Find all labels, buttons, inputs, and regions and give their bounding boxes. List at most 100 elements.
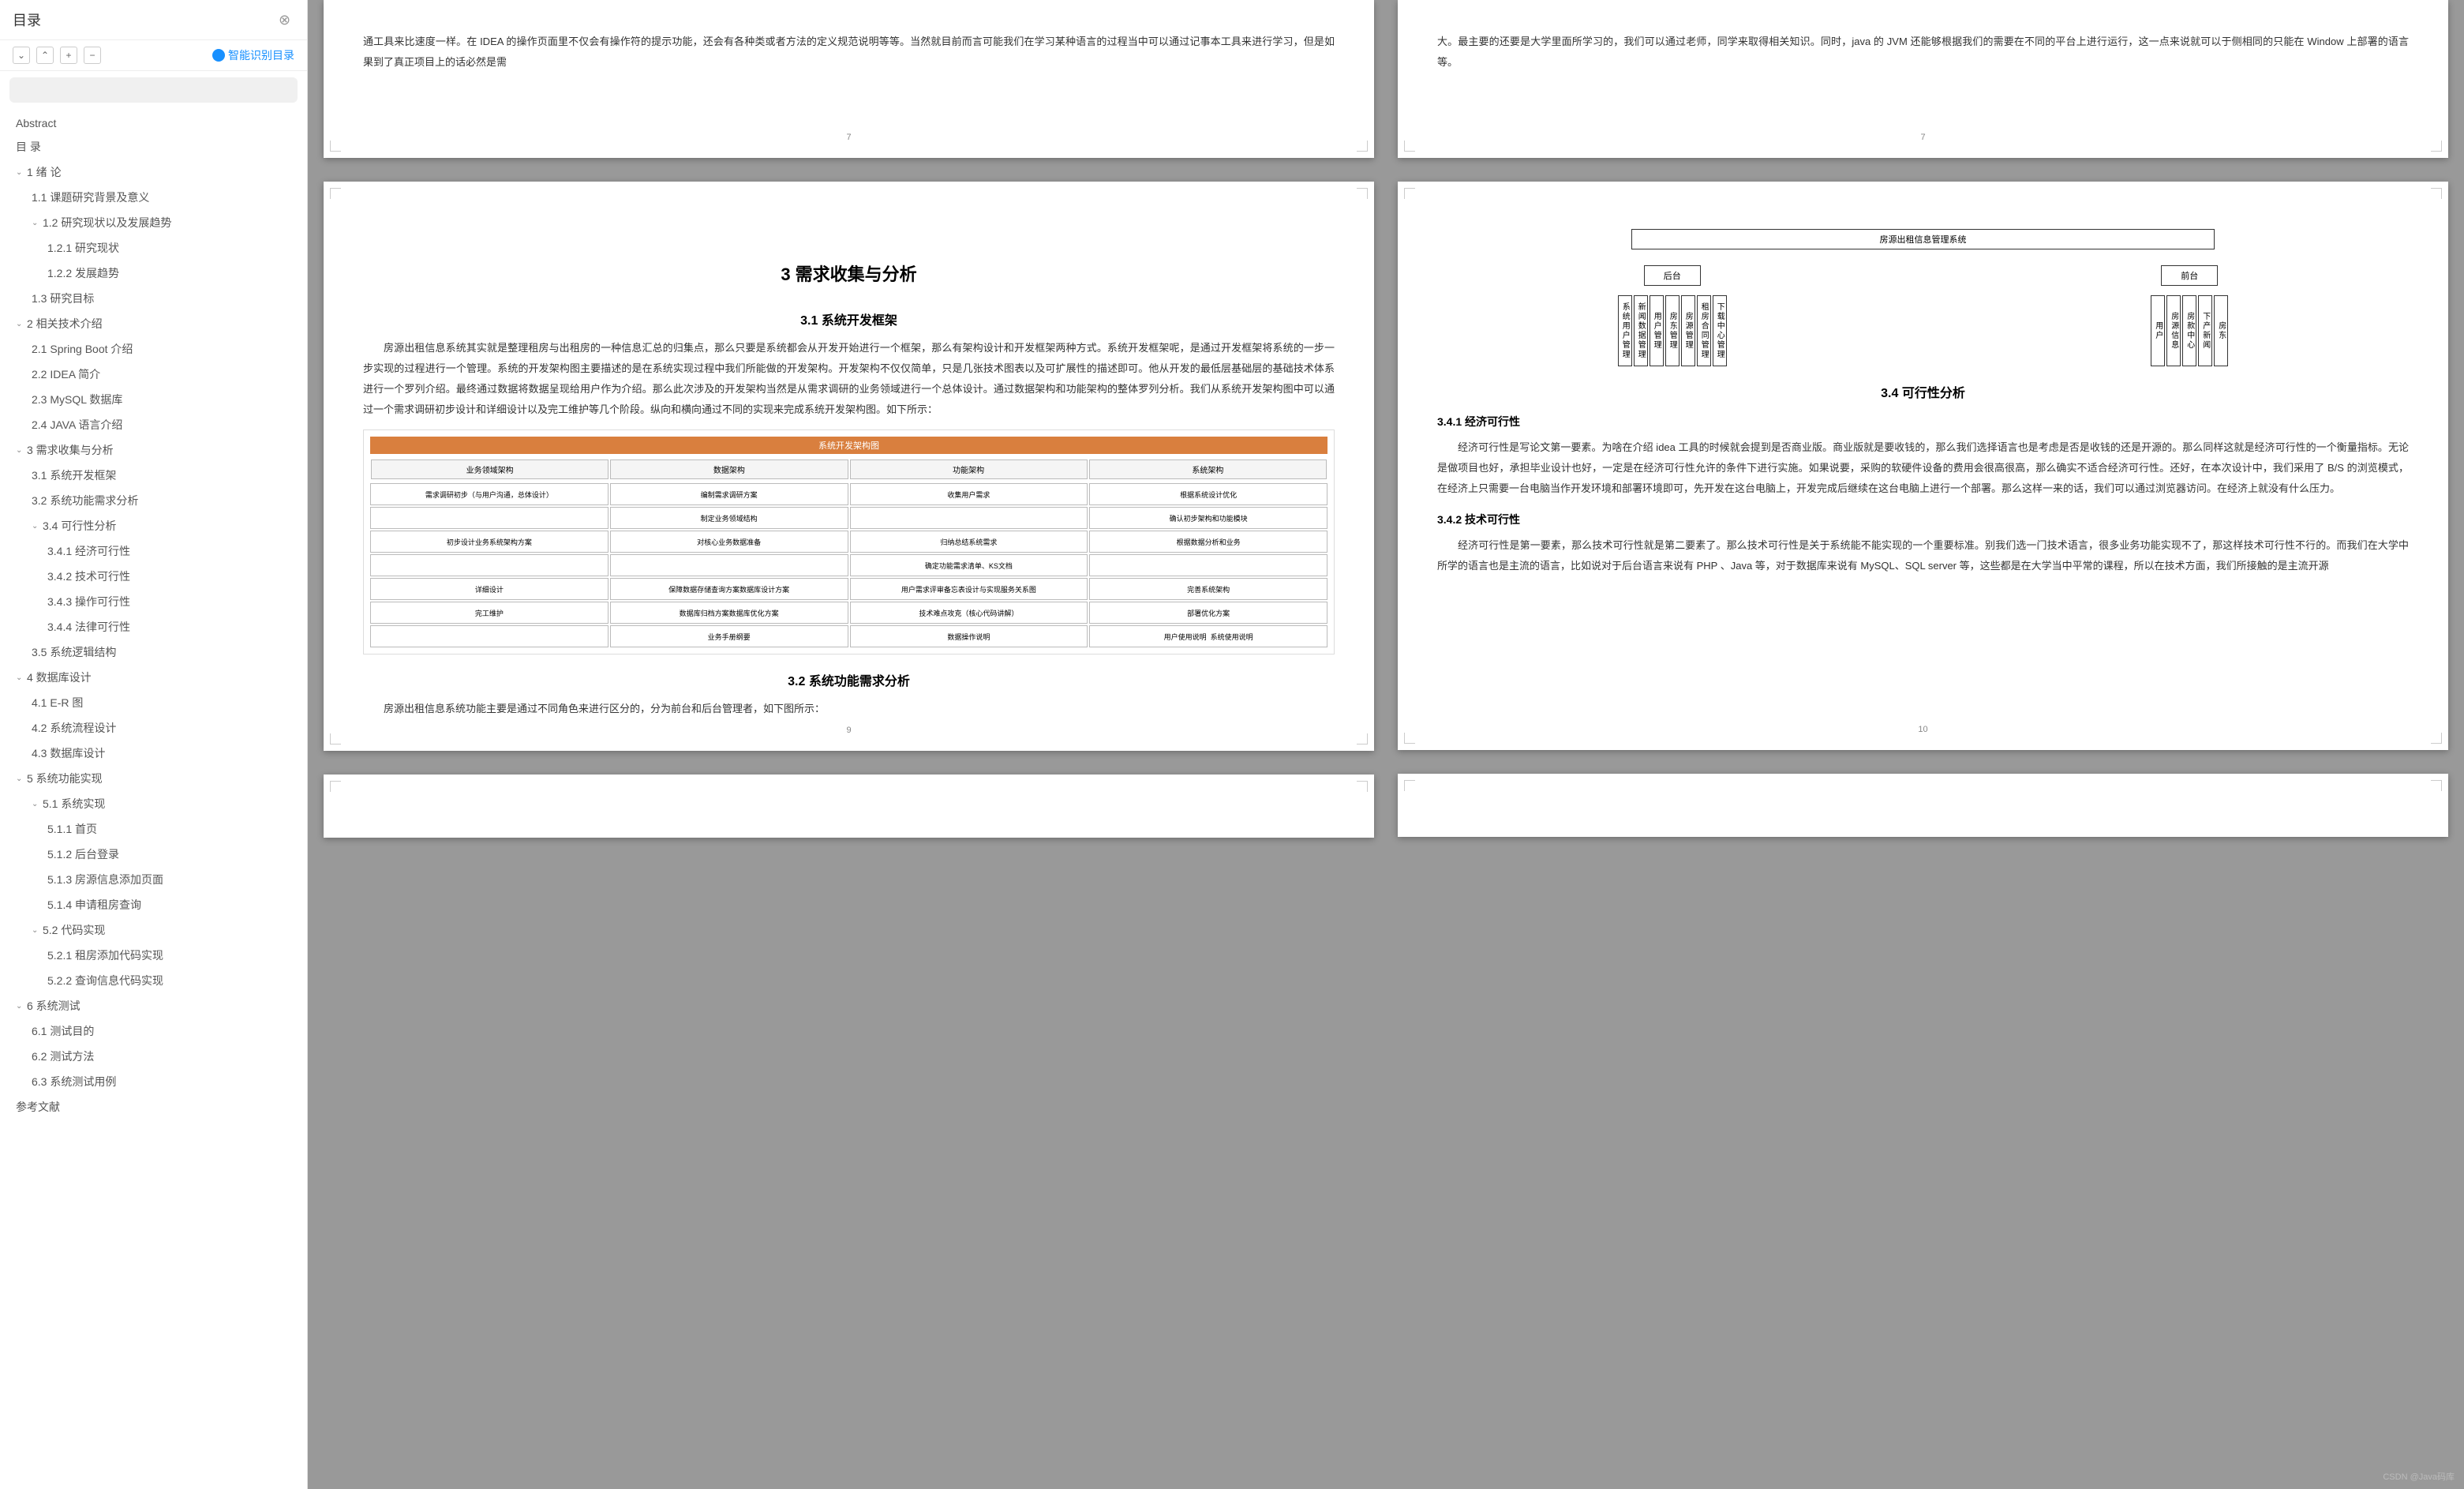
chevron-down-icon[interactable]: ⌄ bbox=[16, 673, 24, 682]
toc-item[interactable]: ⌄5 系统功能实现 bbox=[0, 766, 307, 791]
toc-item[interactable]: ⌄ 5.2 代码实现 bbox=[0, 917, 307, 943]
toc-item-label: 6 系统测试 bbox=[27, 998, 81, 1014]
body-text: 经济可行性是写论文第一要素。为啥在介绍 idea 工具的时候就会提到是否商业版。… bbox=[1437, 437, 2409, 499]
toc-item[interactable]: ⌄6 系统测试 bbox=[0, 993, 307, 1018]
toc-item-label: Abstract bbox=[16, 117, 56, 129]
toc-item[interactable]: 2.3 MySQL 数据库 bbox=[0, 387, 307, 412]
page-next-right bbox=[1398, 774, 2448, 837]
toc-item[interactable]: 1.1 课题研究背景及意义 bbox=[0, 185, 307, 210]
toc-item[interactable]: 2.2 IDEA 简介 bbox=[0, 362, 307, 387]
toc-item[interactable]: 2.4 JAVA 语言介绍 bbox=[0, 412, 307, 437]
toc-item[interactable]: ⌄3 需求收集与分析 bbox=[0, 437, 307, 463]
toc-item-label: 4.1 E-R 图 bbox=[32, 695, 83, 711]
toc-item[interactable]: 4.1 E-R 图 bbox=[0, 690, 307, 715]
toc-sidebar: 目录 ⊗ ⌄ ⌃ + − 智能识别目录 Abstract目 录⌄1 绪 论1.1… bbox=[0, 0, 308, 1489]
diagram-title: 系统开发架构图 bbox=[370, 437, 1327, 454]
toc-item[interactable]: 参考文献 bbox=[0, 1094, 307, 1120]
chevron-down-icon[interactable]: ⌄ bbox=[32, 926, 39, 935]
smart-recognize-button[interactable]: 智能识别目录 bbox=[212, 47, 294, 63]
diagram-header-cell: 业务领域架构 bbox=[371, 459, 609, 479]
chevron-down-icon[interactable]: ⌄ bbox=[16, 320, 24, 328]
tree-leaf: 房东 bbox=[2214, 295, 2228, 366]
toc-item[interactable]: 4.2 系统流程设计 bbox=[0, 715, 307, 741]
toc-item[interactable]: 6.3 系统测试用例 bbox=[0, 1069, 307, 1094]
toc-item[interactable]: 5.2.2 查询信息代码实现 bbox=[0, 968, 307, 993]
tree-leaf: 房源信息 bbox=[2166, 295, 2181, 366]
toc-item-label: 5.1.3 房源信息添加页面 bbox=[47, 872, 163, 887]
toc-item-label: 3.4.4 法律可行性 bbox=[47, 619, 130, 635]
document-viewport[interactable]: 通工具来比速度一样。在 IDEA 的操作页面里不仅会有操作符的提示功能，还会有各… bbox=[308, 0, 2464, 1489]
add-button[interactable]: + bbox=[60, 47, 77, 64]
subsection-title: 3.4.2 技术可行性 bbox=[1437, 512, 2409, 527]
toc-item[interactable]: 1.2.2 发展趋势 bbox=[0, 261, 307, 286]
toc-item-label: 3.1 系统开发框架 bbox=[32, 467, 116, 483]
toc-item-label: 3.4.3 操作可行性 bbox=[47, 594, 130, 609]
toc-item-label: 5.2 代码实现 bbox=[43, 922, 105, 938]
toc-item[interactable]: 3.4.4 法律可行性 bbox=[0, 614, 307, 639]
body-text: 房源出租信息系统其实就是整理租房与出租房的一种信息汇总的归集点，那么只要是系统都… bbox=[363, 338, 1335, 420]
toc-item[interactable]: 3.1 系统开发框架 bbox=[0, 463, 307, 488]
chevron-down-icon[interactable]: ⌄ bbox=[16, 1002, 24, 1011]
section-title: 3.2 系统功能需求分析 bbox=[363, 670, 1335, 689]
toc-item-label: 5.1.1 首页 bbox=[47, 821, 97, 837]
function-tree-diagram: 房源出租信息管理系统 后台 系统用户管理新闻数据管理用户管理房东管理房源管理租房… bbox=[1437, 229, 2409, 366]
toc-item[interactable]: 4.3 数据库设计 bbox=[0, 741, 307, 766]
close-icon[interactable]: ⊗ bbox=[279, 12, 294, 28]
chevron-down-icon[interactable]: ⌄ bbox=[16, 168, 24, 177]
chevron-down-icon[interactable]: ⌄ bbox=[32, 522, 39, 531]
toc-item[interactable]: ⌄1 绪 论 bbox=[0, 159, 307, 185]
diagram-header-cell: 系统架构 bbox=[1089, 459, 1327, 479]
toc-item-label: 参考文献 bbox=[16, 1099, 60, 1115]
toc-item[interactable]: 5.1.1 首页 bbox=[0, 816, 307, 842]
body-text: 大。最主要的还要是大学里面所学习的，我们可以通过老师，同学来取得相关知识。同时，… bbox=[1437, 32, 2409, 73]
collapse-button[interactable]: ⌄ bbox=[13, 47, 30, 64]
toc-item[interactable]: ⌄ 1.2 研究现状以及发展趋势 bbox=[0, 210, 307, 235]
body-text: 房源出租信息系统功能主要是通过不同角色来进行区分的，分为前台和后台管理者，如下图… bbox=[363, 699, 1335, 719]
toc-item[interactable]: ⌄4 数据库设计 bbox=[0, 665, 307, 690]
toc-item[interactable]: 1.2.1 研究现状 bbox=[0, 235, 307, 261]
toc-item[interactable]: 3.4.1 经济可行性 bbox=[0, 538, 307, 564]
toc-item[interactable]: 5.2.1 租房添加代码实现 bbox=[0, 943, 307, 968]
toc-item-label: 1.2 研究现状以及发展趋势 bbox=[43, 215, 171, 231]
toc-item-label: 3.4.1 经济可行性 bbox=[47, 543, 130, 559]
body-text: 经济可行性是第一要素，那么技术可行性就是第二要素了。那么技术可行性是关于系统能不… bbox=[1437, 535, 2409, 576]
chapter-title: 3 需求收集与分析 bbox=[363, 261, 1335, 286]
toc-item-label: 1.2.1 研究现状 bbox=[47, 240, 119, 256]
toc-item[interactable]: 1.3 研究目标 bbox=[0, 286, 307, 311]
tree-leaf: 下产新闻 bbox=[2198, 295, 2212, 366]
toc-item[interactable]: 6.1 测试目的 bbox=[0, 1018, 307, 1044]
chevron-down-icon[interactable]: ⌄ bbox=[32, 219, 39, 227]
toc-item-label: 5.1 系统实现 bbox=[43, 796, 105, 812]
expand-button[interactable]: ⌃ bbox=[36, 47, 54, 64]
architecture-diagram: 系统开发架构图 业务领域架构数据架构功能架构系统架构 需求调研初步（与用户沟通，… bbox=[363, 429, 1335, 654]
toc-item[interactable]: 3.4.2 技术可行性 bbox=[0, 564, 307, 589]
toc-item[interactable]: ⌄2 相关技术介绍 bbox=[0, 311, 307, 336]
toc-item[interactable]: ⌄3.4 可行性分析 bbox=[0, 513, 307, 538]
toc-item[interactable]: 3.5 系统逻辑结构 bbox=[0, 639, 307, 665]
toc-item[interactable]: 5.1.4 申请租房查询 bbox=[0, 892, 307, 917]
chevron-down-icon[interactable]: ⌄ bbox=[16, 775, 24, 783]
toc-item[interactable]: 6.2 测试方法 bbox=[0, 1044, 307, 1069]
remove-button[interactable]: − bbox=[84, 47, 101, 64]
toc-item[interactable]: 3.2 系统功能需求分析 bbox=[0, 488, 307, 513]
toc-item[interactable]: 2.1 Spring Boot 介绍 bbox=[0, 336, 307, 362]
tree-leaf: 新闻数据管理 bbox=[1634, 295, 1648, 366]
toc-item-label: 2.2 IDEA 简介 bbox=[32, 366, 100, 382]
toc-item[interactable]: 目 录 bbox=[0, 134, 307, 159]
toc-item[interactable]: ⌄ 5.1 系统实现 bbox=[0, 791, 307, 816]
search-input[interactable] bbox=[9, 77, 298, 103]
chevron-down-icon[interactable]: ⌄ bbox=[32, 800, 39, 808]
chevron-down-icon[interactable]: ⌄ bbox=[16, 446, 24, 455]
page-7-left: 通工具来比速度一样。在 IDEA 的操作页面里不仅会有操作符的提示功能，还会有各… bbox=[324, 0, 1374, 158]
toc-item[interactable]: Abstract bbox=[0, 112, 307, 134]
tree-root: 房源出租信息管理系统 bbox=[1631, 229, 2215, 249]
toc-item[interactable]: 5.1.3 房源信息添加页面 bbox=[0, 867, 307, 892]
tree-node: 后台 bbox=[1644, 265, 1701, 286]
page-next-left bbox=[324, 775, 1374, 838]
tree-leaf: 下载中心管理 bbox=[1713, 295, 1727, 366]
toc-item-label: 6.3 系统测试用例 bbox=[32, 1074, 116, 1090]
toc-item[interactable]: 3.4.3 操作可行性 bbox=[0, 589, 307, 614]
toc-item-label: 4.2 系统流程设计 bbox=[32, 720, 116, 736]
toc-item[interactable]: 5.1.2 后台登录 bbox=[0, 842, 307, 867]
toc-item-label: 3.2 系统功能需求分析 bbox=[32, 493, 138, 508]
